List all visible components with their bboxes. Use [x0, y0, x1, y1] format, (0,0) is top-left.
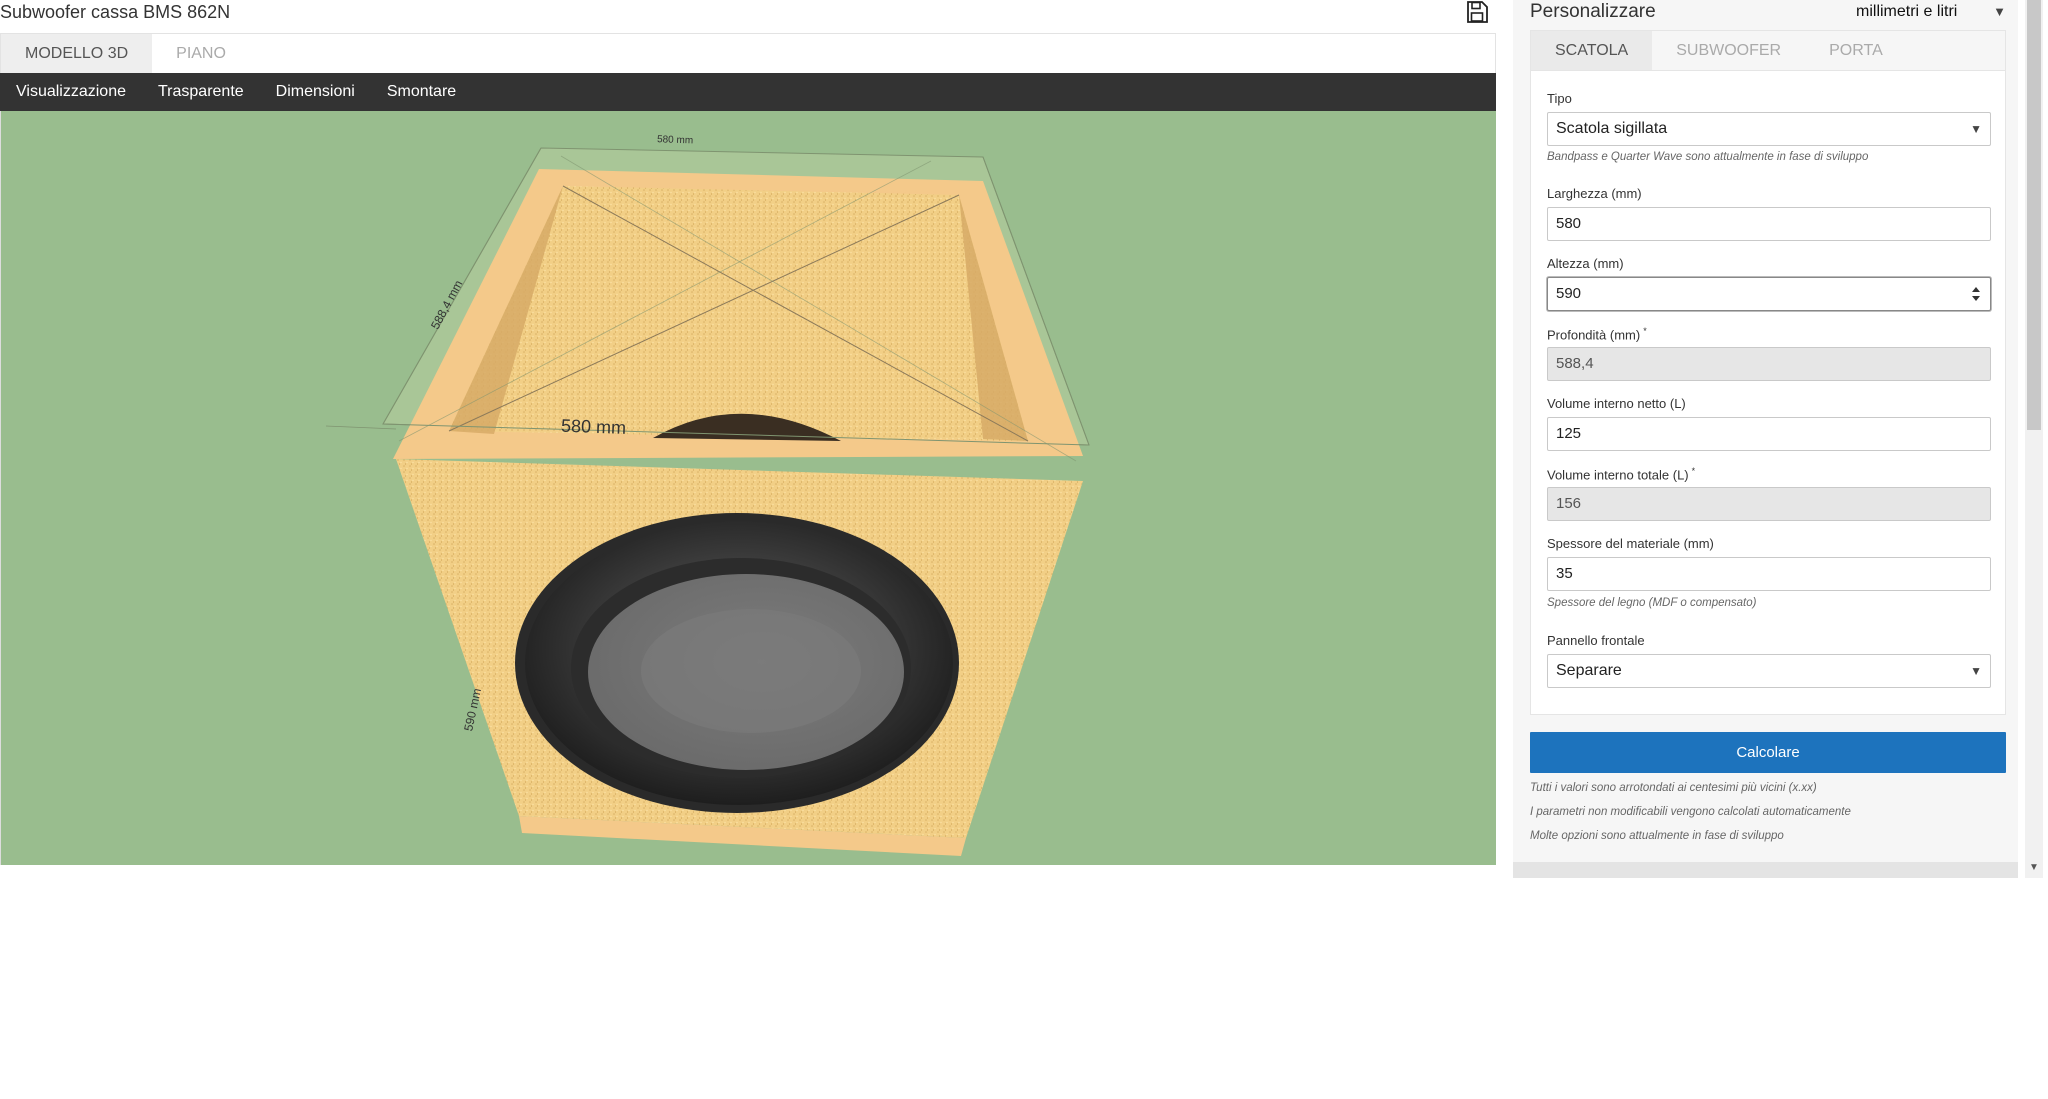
volume-netto-label: Volume interno netto (L) [1547, 396, 1686, 411]
pannello-select[interactable]: Separare ▼ [1547, 654, 1991, 688]
viewport-toolbar: Visualizzazione Trasparente Dimensioni S… [0, 73, 1496, 111]
tab-modello-3d[interactable]: MODELLO 3D [1, 34, 153, 73]
profondita-label-text: Profondità (mm) [1547, 327, 1641, 343]
toolbar-dimensioni[interactable]: Dimensioni [260, 73, 371, 111]
required-marker: * [1691, 466, 1696, 476]
dimension-top-width: 580 mm [657, 134, 693, 146]
tab-scatola[interactable]: SCATOLA [1531, 31, 1653, 71]
altezza-value: 590 [1556, 285, 1582, 302]
tab-subwoofer[interactable]: SUBWOOFER [1652, 31, 1805, 71]
chevron-down-icon: ▼ [1993, 4, 2006, 19]
required-marker: * [1643, 326, 1647, 336]
spessore-hint: Spessore del legno (MDF o compensato) [1547, 597, 1757, 609]
units-value: millimetri e litri [1856, 3, 1958, 20]
panel-scrollbar[interactable]: ▼ [2025, 0, 2043, 878]
tipo-hint: Bandpass e Quarter Wave sono attualmente… [1547, 151, 1869, 163]
tab-piano[interactable]: PIANO [152, 34, 250, 73]
tipo-label: Tipo [1547, 91, 1572, 106]
tipo-select[interactable]: Scatola sigillata ▼ [1547, 112, 1991, 146]
note-rounding: Tutti i valori sono arrotondati ai cente… [1530, 782, 1817, 794]
scroll-down-icon[interactable]: ▼ [2028, 862, 2040, 874]
calculate-button[interactable]: Calcolare [1530, 732, 2006, 773]
chevron-down-icon: ▼ [1970, 664, 1982, 678]
box-form: Tipo Scatola sigillata ▼ Bandpass e Quar… [1530, 70, 2006, 715]
altezza-input[interactable]: 590 [1547, 277, 1991, 311]
profondita-label: Profondità (mm) * [1547, 326, 1647, 342]
spinner-icon[interactable] [1972, 287, 1980, 301]
spessore-input[interactable]: 35 [1547, 557, 1991, 591]
3d-viewport[interactable]: 580 mm 580 mm 588,4 mm 590 mm [0, 111, 1496, 865]
units-dropdown[interactable]: millimetri e litri ▼ [1856, 0, 2006, 24]
dimension-height: 590 mm [461, 687, 484, 732]
larghezza-label: Larghezza (mm) [1547, 186, 1642, 201]
volume-totale-label: Volume interno totale (L) * [1547, 466, 1695, 482]
note-auto-params: I parametri non modificabili vengono cal… [1530, 806, 1851, 818]
panel-title: Personalizzare [1530, 1, 1656, 22]
note-development: Molte opzioni sono attualmente in fase d… [1530, 830, 1784, 842]
profondita-input: 588,4 [1547, 347, 1991, 381]
pannello-label: Pannello frontale [1547, 633, 1645, 648]
toolbar-trasparente[interactable]: Trasparente [142, 73, 260, 111]
toolbar-visualizzazione[interactable]: Visualizzazione [0, 73, 142, 111]
volume-totale-input: 156 [1547, 487, 1991, 521]
panel-bottom-scroll-area [1513, 862, 2018, 878]
panel-tabs: SCATOLA SUBWOOFER PORTA [1530, 30, 2006, 71]
spessore-label: Spessore del materiale (mm) [1547, 536, 1714, 551]
altezza-label: Altezza (mm) [1547, 256, 1624, 271]
page-title: Subwoofer cassa BMS 862N [0, 2, 231, 22]
tipo-value: Scatola sigillata [1556, 120, 1668, 137]
volume-netto-input[interactable]: 125 [1547, 417, 1991, 451]
toolbar-smontare[interactable]: Smontare [371, 73, 472, 111]
tab-porta[interactable]: PORTA [1805, 31, 1907, 71]
volume-totale-label-text: Volume interno totale (L) [1547, 467, 1689, 483]
subwoofer-box-render: 580 mm 580 mm 588,4 mm 590 mm [325, 134, 1090, 856]
larghezza-input[interactable]: 580 [1547, 207, 1991, 241]
chevron-down-icon: ▼ [1970, 122, 1982, 136]
view-tabs: MODELLO 3D PIANO [0, 33, 1496, 73]
save-icon[interactable] [1465, 0, 1489, 24]
customize-panel: Personalizzare millimetri e litri ▼ SCAT… [1513, 0, 2018, 878]
pannello-value: Separare [1556, 662, 1622, 679]
scrollbar-thumb[interactable] [2027, 0, 2041, 430]
dimension-front-width: 580 mm [561, 416, 627, 438]
